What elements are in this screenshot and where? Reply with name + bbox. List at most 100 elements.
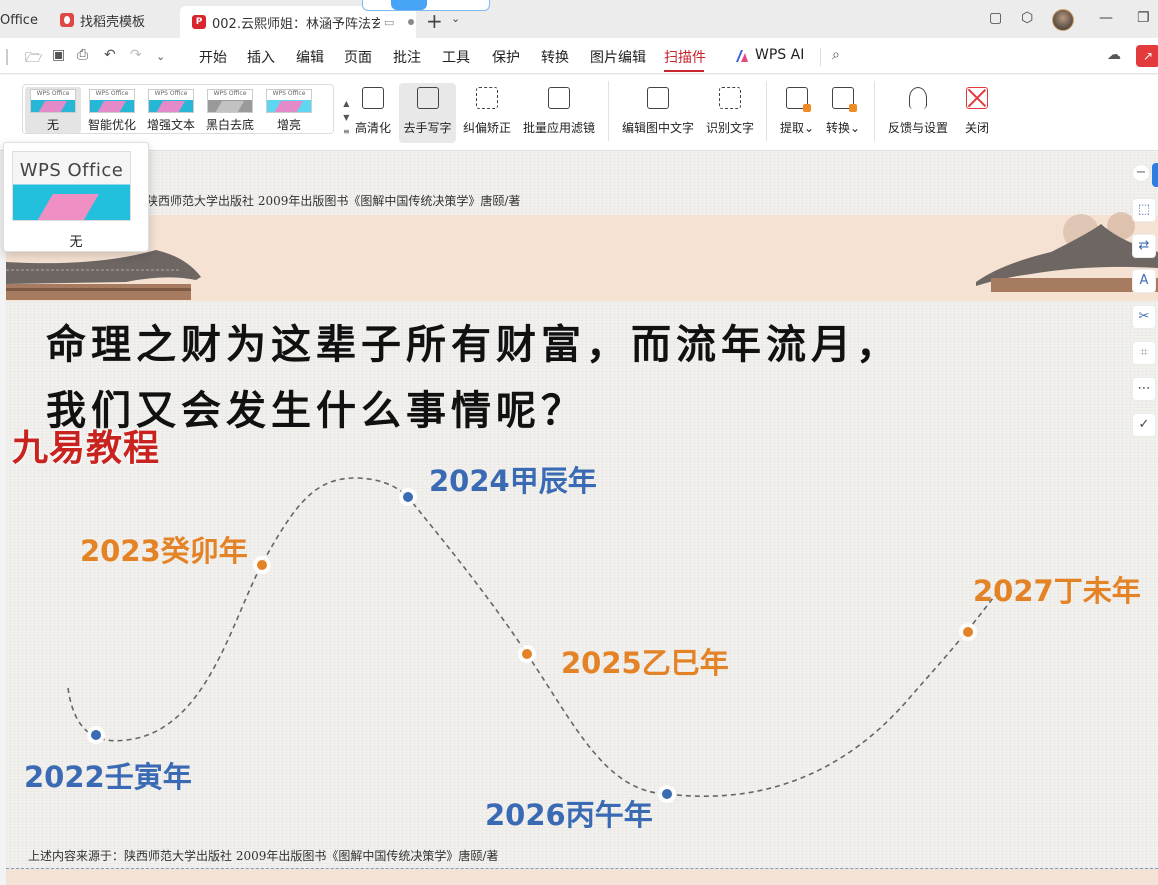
wps-ai-icon xyxy=(736,50,748,62)
deskew-label: 纠偏矫正 xyxy=(462,121,511,135)
feedback-settings-button[interactable]: 反馈与设置 xyxy=(885,83,951,143)
menu-edit[interactable]: 编辑 xyxy=(296,47,324,67)
filter-gallery: WPS Office 无 WPS Office 智能优化 WPS Office … xyxy=(22,84,350,136)
menu-wps-ai[interactable]: WPS AI xyxy=(755,47,804,63)
batch-filter-button[interactable]: 批量应用滤镜 xyxy=(520,83,598,143)
ribbon-separator xyxy=(766,81,767,141)
share-icon[interactable]: ↗ xyxy=(1136,45,1158,67)
scan-frame-icon[interactable]: ⌗ xyxy=(1132,341,1156,365)
tab-list-chevron-icon[interactable]: ⌄ xyxy=(451,12,460,25)
quick-access-chevron-icon[interactable]: ⌄ xyxy=(156,50,165,63)
open-folder-icon[interactable]: 🗁 xyxy=(25,47,42,71)
menu-page[interactable]: 页面 xyxy=(344,47,372,67)
filter-gallery-scroll[interactable]: ▲ ▼ ≡ xyxy=(343,97,350,139)
new-tab-button[interactable]: + xyxy=(426,9,443,33)
eraser-icon[interactable]: ✂ xyxy=(1132,305,1156,329)
tab-bar: Office 找稻壳模板 P 002.云熙师姐：林涵予阵法玄 ▭ + ⌄ ▢ ⬡… xyxy=(0,0,1158,38)
source-citation-bottom: 上述内容来源于：陕西师范大学出版社 2009年出版图书《图解中国传统决策学》唐颐… xyxy=(28,849,499,863)
filter-none[interactable]: WPS Office 无 xyxy=(25,87,81,133)
menu-protect[interactable]: 保护 xyxy=(492,47,520,67)
filter-label: 增亮 xyxy=(276,118,301,132)
redo-icon[interactable]: ↷ xyxy=(130,47,142,63)
menu-convert[interactable]: 转换 xyxy=(541,47,569,67)
print-icon[interactable]: ⎙ xyxy=(77,47,88,63)
filter-preview-popup: WPS Office 无 xyxy=(3,142,149,252)
timeline-dot-2026 xyxy=(658,785,676,803)
year-label-2024: 2024甲辰年 xyxy=(429,464,597,498)
menu-separator xyxy=(820,48,821,66)
hd-label: 高清化 xyxy=(354,121,391,135)
filter-thumb-text: WPS Office xyxy=(154,90,188,97)
zoom-out-icon[interactable]: − xyxy=(1132,164,1150,182)
ribbon-separator xyxy=(608,81,609,141)
ribbon-separator xyxy=(874,81,875,141)
close-icon xyxy=(966,87,988,109)
tab-template-label: 找稻壳模板 xyxy=(80,14,146,30)
year-label-2023: 2023癸卯年 xyxy=(80,534,248,568)
preview-thumb-text: WPS Office xyxy=(19,160,124,181)
filter-enhance-text[interactable]: WPS Office 增强文本 xyxy=(143,87,199,133)
timeline-dot-2024 xyxy=(399,488,417,506)
convert-label: 转换⌄ xyxy=(825,121,861,135)
more-icon[interactable]: ⋯ xyxy=(1132,377,1156,401)
swap-icon[interactable]: ⇄ xyxy=(1132,234,1156,258)
convert-button[interactable]: 转换⌄ xyxy=(823,83,863,143)
year-label-2025: 2025乙巳年 xyxy=(561,646,729,680)
cloud-upload-icon[interactable]: ☁ xyxy=(1107,47,1121,63)
menu-insert[interactable]: 插入 xyxy=(247,47,275,67)
unsaved-dot-icon[interactable] xyxy=(408,19,415,25)
window-layout-icon[interactable]: ▢ xyxy=(989,10,1002,26)
filter-thumb-text: WPS Office xyxy=(272,90,306,97)
deskew-icon xyxy=(476,87,498,109)
filter-thumbnail: WPS Office xyxy=(30,89,76,113)
filter-brighten[interactable]: WPS Office 增亮 xyxy=(261,87,317,133)
save-icon[interactable]: ▣ xyxy=(52,47,65,63)
screen-icon[interactable]: ▭ xyxy=(384,16,394,29)
filter-preview-thumbnail: WPS Office xyxy=(12,151,131,221)
edit-image-text-label: 编辑图中文字 xyxy=(621,121,694,135)
hd-button[interactable]: 高清化 xyxy=(350,83,396,143)
filter-thumbnail: WPS Office xyxy=(89,89,135,113)
user-avatar[interactable] xyxy=(1052,9,1074,31)
filter-thumbnail: WPS Office xyxy=(266,89,312,113)
timeline-path xyxy=(67,477,997,798)
tab-document-label: 002.云熙师姐：林涵予阵法玄 xyxy=(212,16,380,32)
menu-home[interactable]: 开始 xyxy=(199,47,227,67)
year-label-2022: 2022壬寅年 xyxy=(24,760,192,794)
undo-icon[interactable]: ↶ xyxy=(104,47,116,63)
close-scan-button[interactable]: 关闭 xyxy=(960,83,994,143)
side-panel-toggle[interactable] xyxy=(1152,163,1158,187)
crop-icon[interactable]: ⬚ xyxy=(1132,198,1156,222)
menu-tools[interactable]: 工具 xyxy=(442,47,470,67)
headset-icon xyxy=(909,87,927,109)
hd-icon xyxy=(362,87,384,109)
batch-filter-icon xyxy=(548,87,570,109)
extract-button[interactable]: 提取⌄ xyxy=(777,83,817,143)
filter-smart-optimize[interactable]: WPS Office 智能优化 xyxy=(84,87,140,133)
filter-thumbnail: WPS Office xyxy=(148,89,194,113)
cube-icon[interactable]: ⬡ xyxy=(1021,10,1033,26)
right-side-toolbar: − ⬚ ⇄ A ✂ ⌗ ⋯ ✓ xyxy=(1130,160,1158,450)
minimize-icon[interactable]: — xyxy=(1099,10,1113,26)
restore-icon[interactable]: ❐ xyxy=(1137,10,1150,26)
document-page: 陕西师范大学出版社 2009年出版图书《图解中国传统决策学》唐颐/著 命理之财为… xyxy=(6,152,1158,885)
feedback-settings-label: 反馈与设置 xyxy=(887,121,948,135)
tab-office[interactable]: Office xyxy=(0,6,44,34)
filter-thumbnail: WPS Office xyxy=(207,89,253,113)
edit-image-text-button[interactable]: 编辑图中文字 xyxy=(619,83,697,143)
deskew-button[interactable]: 纠偏矫正 xyxy=(460,83,514,143)
menu-comment[interactable]: 批注 xyxy=(393,47,421,67)
search-icon[interactable]: ⌕ xyxy=(832,47,840,63)
edit-image-text-icon xyxy=(647,87,669,109)
menu-image-edit[interactable]: 图片编辑 xyxy=(590,47,646,67)
ocr-button[interactable]: 识别文字 xyxy=(704,83,756,143)
menu-scan[interactable]: 扫描件 xyxy=(664,47,706,67)
text-edit-icon[interactable]: A xyxy=(1132,269,1156,293)
tab-template[interactable]: 找稻壳模板 xyxy=(48,6,174,34)
extract-label: 提取⌄ xyxy=(779,121,815,135)
filter-black-white[interactable]: WPS Office 黑白去底 xyxy=(202,87,258,133)
check-icon[interactable]: ✓ xyxy=(1132,413,1156,437)
preview-label: 无 xyxy=(69,235,83,250)
filter-thumb-text: WPS Office xyxy=(36,90,70,97)
remove-handwriting-button[interactable]: 去手写字 xyxy=(399,83,456,143)
